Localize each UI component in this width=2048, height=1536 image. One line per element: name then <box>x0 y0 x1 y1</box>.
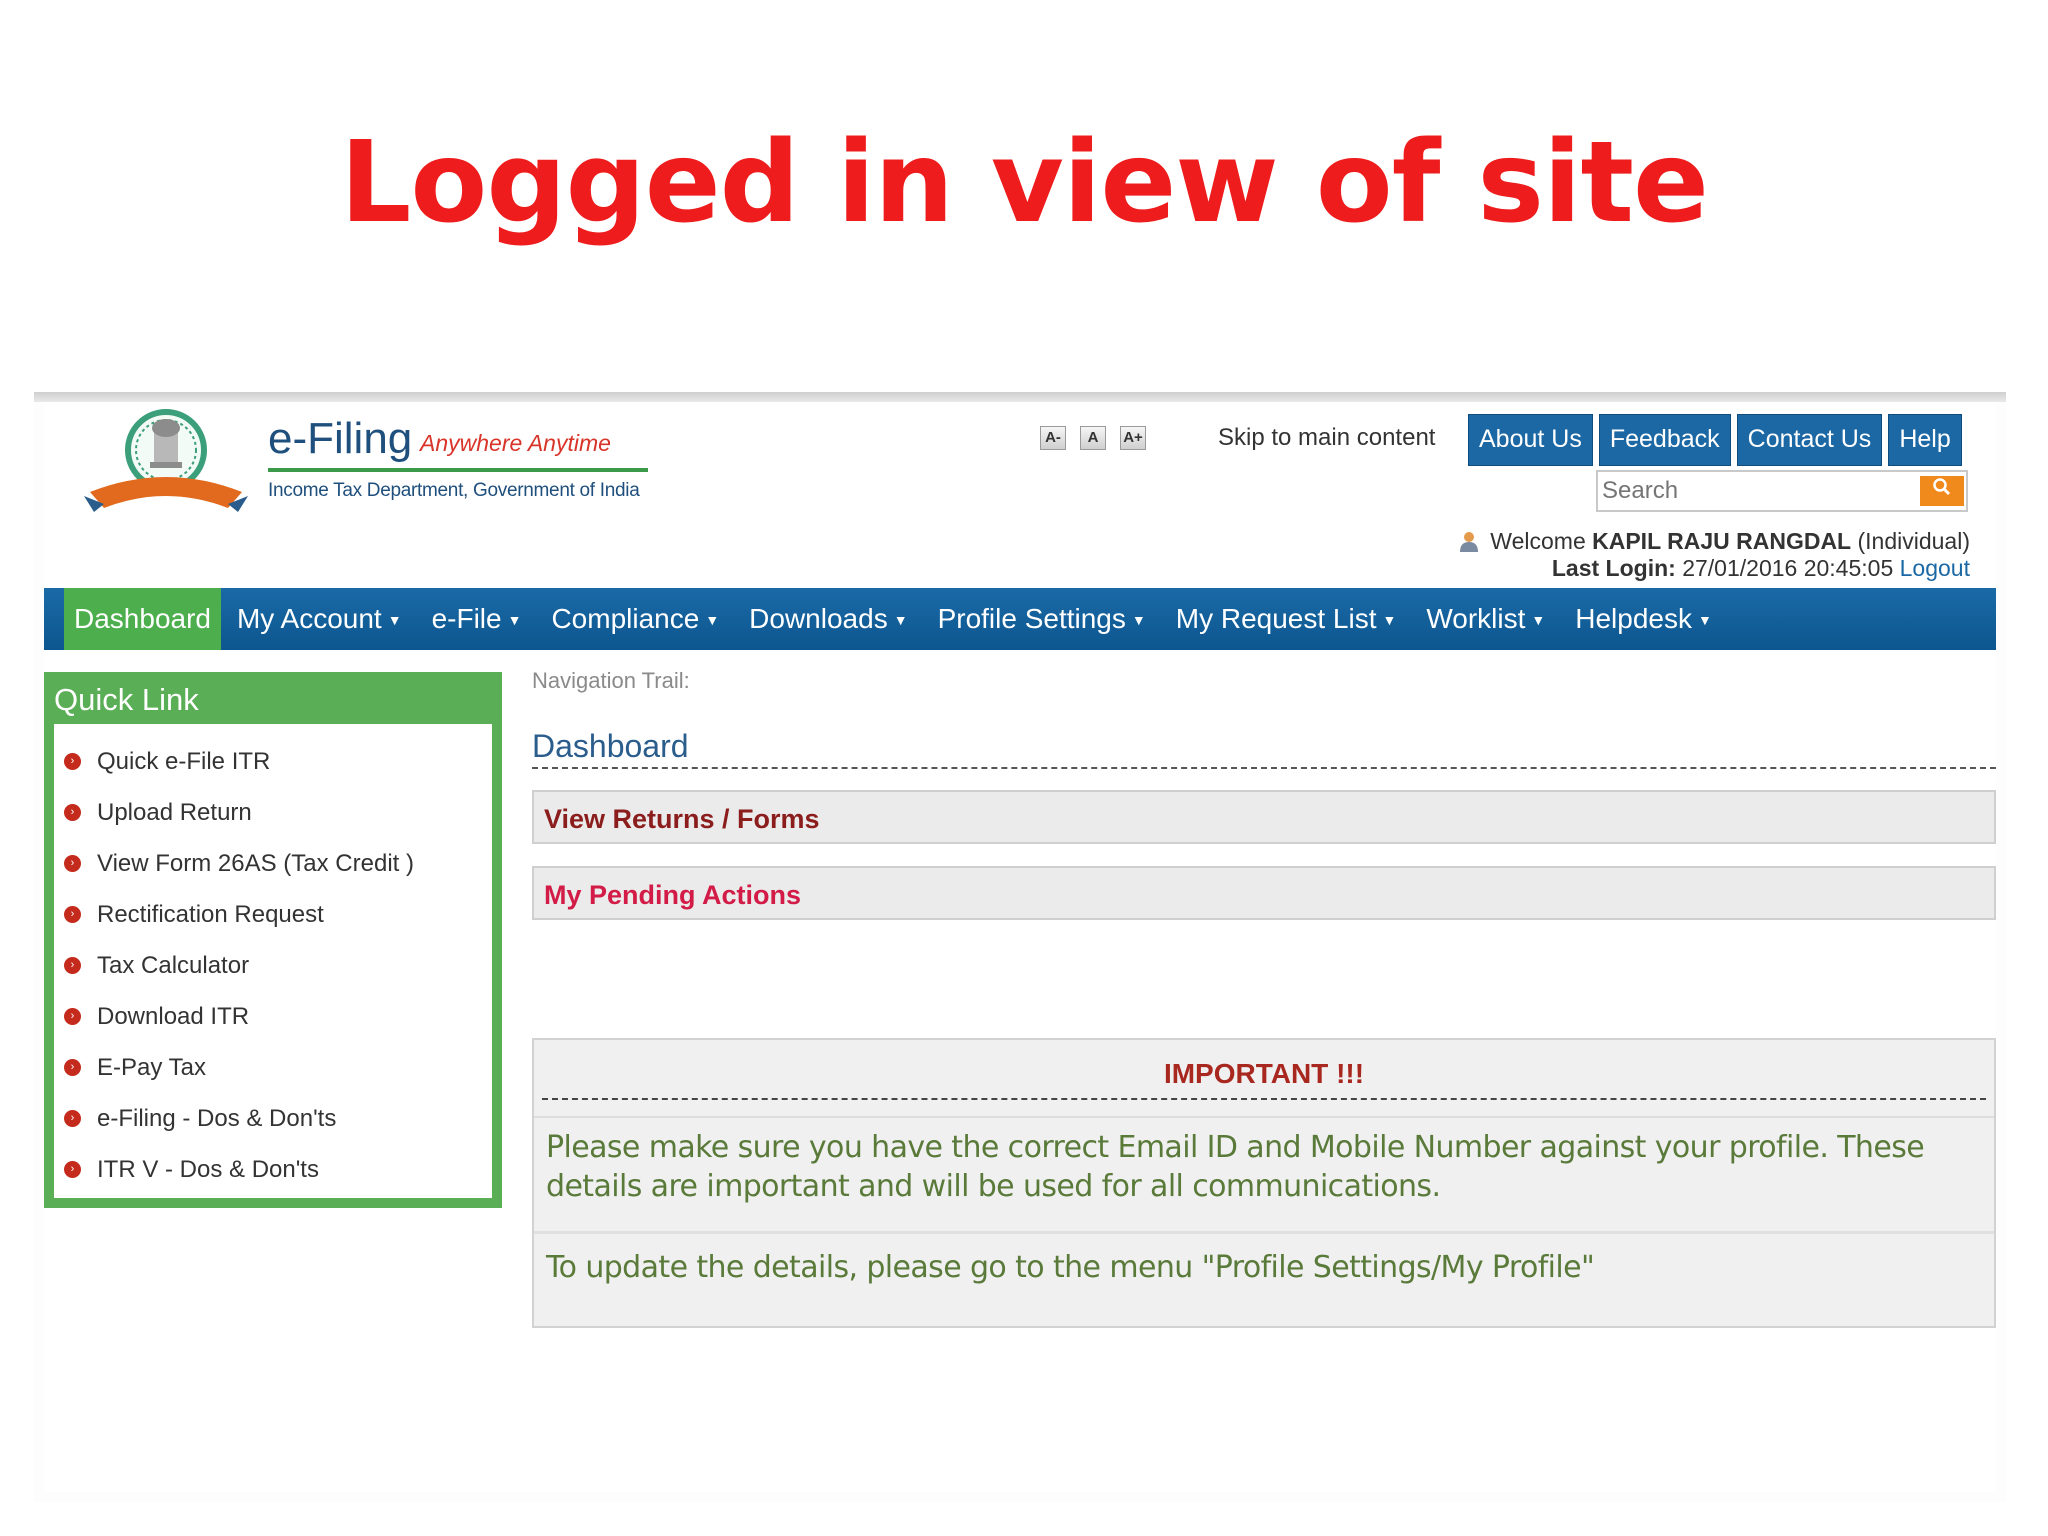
browser-top-border <box>34 392 2006 402</box>
last-login-label: Last Login: <box>1551 555 1676 581</box>
quick-link-efiling-dos-donts[interactable]: › e-Filing - Dos & Don'ts <box>54 1093 492 1144</box>
arrow-bullet-icon: › <box>64 1008 81 1025</box>
font-decrease-button[interactable]: A- <box>1040 426 1066 450</box>
quick-link-label: E-Pay Tax <box>97 1053 206 1081</box>
important-update-hint: To update the details, please go to the … <box>546 1250 1595 1285</box>
nav-label: e-File <box>431 603 502 634</box>
important-title: IMPORTANT !!! <box>542 1046 1986 1100</box>
user-icon <box>1459 532 1478 552</box>
font-increase-button[interactable]: A+ <box>1120 426 1146 450</box>
nav-e-file[interactable]: e-File ▼ <box>416 588 536 650</box>
nav-label: Downloads <box>749 603 888 634</box>
search-icon <box>1933 478 1951 496</box>
nav-downloads[interactable]: Downloads ▼ <box>733 588 921 650</box>
nav-compliance[interactable]: Compliance ▼ <box>535 588 733 650</box>
font-size-controls: A- A A+ <box>1040 426 1146 450</box>
pending-actions-label: My Pending Actions <box>544 880 802 910</box>
nav-label: My Request List <box>1175 603 1377 634</box>
arrow-bullet-icon: › <box>64 753 81 770</box>
important-message: Please make sure you have the correct Em… <box>534 1116 1994 1234</box>
chevron-down-icon: ▼ <box>387 612 402 628</box>
view-returns-label: View Returns / Forms <box>544 804 820 834</box>
chevron-down-icon: ▼ <box>705 612 720 628</box>
top-links: About Us Feedback Contact Us Help <box>1468 414 1962 466</box>
important-notice: IMPORTANT !!! Please make sure you have … <box>532 1038 1996 1328</box>
logout-link[interactable]: Logout <box>1900 555 1970 581</box>
quick-link-label: ITR V - Dos & Don'ts <box>97 1155 319 1183</box>
quick-link-label: Rectification Request <box>97 900 324 928</box>
quick-link-itrv-dos-donts[interactable]: › ITR V - Dos & Don'ts <box>54 1144 492 1195</box>
quick-link-list: › Quick e-File ITR › Upload Return › View F… <box>54 724 492 1198</box>
help-button[interactable]: Help <box>1888 414 1962 466</box>
chevron-down-icon: ▼ <box>893 612 908 628</box>
quick-link-tax-calculator[interactable]: › Tax Calculator <box>54 940 492 991</box>
quick-link-label: View Form 26AS (Tax Credit ) <box>97 849 414 877</box>
brand-tagline: Anywhere Anytime <box>420 430 611 456</box>
nav-label: Compliance <box>551 603 700 634</box>
font-normal-button[interactable]: A <box>1080 426 1106 450</box>
search-input[interactable] <box>1600 474 1904 508</box>
contact-us-button[interactable]: Contact Us <box>1736 414 1883 466</box>
quick-link-form-26as[interactable]: › View Form 26AS (Tax Credit ) <box>54 838 492 889</box>
pending-actions-panel[interactable]: My Pending Actions <box>532 866 1996 920</box>
user-name: KAPIL RAJU RANGDAL <box>1592 528 1852 554</box>
nav-profile-settings[interactable]: Profile Settings ▼ <box>922 588 1160 650</box>
view-returns-panel[interactable]: View Returns / Forms <box>532 790 1996 844</box>
chevron-down-icon: ▼ <box>507 612 522 628</box>
arrow-bullet-icon: › <box>64 804 81 821</box>
arrow-bullet-icon: › <box>64 1161 81 1178</box>
arrow-bullet-icon: › <box>64 855 81 872</box>
quick-link-quick-efile-itr[interactable]: › Quick e-File ITR <box>54 736 492 787</box>
feedback-button[interactable]: Feedback <box>1598 414 1731 466</box>
arrow-bullet-icon: › <box>64 906 81 923</box>
nav-label: Helpdesk <box>1575 603 1692 634</box>
nav-dashboard-label: Dashboard <box>74 603 211 634</box>
main-navigation: Dashboard My Account ▼ e-File ▼ Compliance… <box>44 588 1996 650</box>
chevron-down-icon: ▼ <box>1698 612 1712 628</box>
welcome-block: Welcome KAPIL RAJU RANGDAL (Individual) … <box>1458 528 1970 582</box>
nav-label: Worklist <box>1426 603 1526 634</box>
search-box <box>1596 470 1968 512</box>
quick-link-epay-tax[interactable]: › E-Pay Tax <box>54 1042 492 1093</box>
quick-link-label: Tax Calculator <box>97 951 250 979</box>
nav-label: My Account <box>236 603 382 634</box>
nav-helpdesk[interactable]: Helpdesk ▼ <box>1559 588 1726 650</box>
quick-link-download-itr[interactable]: › Download ITR <box>54 991 492 1042</box>
quick-link-title: Quick Link <box>54 682 199 717</box>
nav-my-account[interactable]: My Account ▼ <box>221 588 416 650</box>
quick-link-panel: Quick Link › Quick e-File ITR › Upload Ret… <box>44 672 502 1208</box>
quick-link-label: e-Filing - Dos & Don'ts <box>97 1104 337 1132</box>
welcome-prefix: Welcome <box>1490 528 1586 554</box>
quick-link-label: Upload Return <box>97 798 252 826</box>
quick-link-label: Download ITR <box>97 1002 250 1030</box>
arrow-bullet-icon: › <box>64 1059 81 1076</box>
nav-worklist[interactable]: Worklist ▼ <box>1410 588 1559 650</box>
search-button[interactable] <box>1920 476 1964 506</box>
brand-title: e-Filing <box>268 414 413 463</box>
about-us-button[interactable]: About Us <box>1468 414 1593 466</box>
navigation-trail: Navigation Trail: <box>532 668 690 693</box>
efiling-site: e-Filing Anywhere Anytime Income Tax Dep… <box>44 402 1996 1492</box>
page-title: Dashboard <box>532 728 1996 769</box>
skip-to-content-link[interactable]: Skip to main content <box>1218 424 1435 452</box>
chevron-down-icon: ▼ <box>1531 612 1546 628</box>
chevron-down-icon: ▼ <box>1131 612 1146 628</box>
quick-link-upload-return[interactable]: › Upload Return <box>54 787 492 838</box>
last-login-value: 27/01/2016 20:45:05 <box>1682 555 1894 581</box>
brand-underline <box>268 468 648 472</box>
quick-link-label: Quick e-File ITR <box>97 747 271 775</box>
nav-my-request-list[interactable]: My Request List ▼ <box>1160 588 1411 650</box>
brand-subtitle: Income Tax Department, Government of Ind… <box>268 480 640 501</box>
quick-link-rectification[interactable]: › Rectification Request <box>54 889 492 940</box>
arrow-bullet-icon: › <box>64 1110 81 1127</box>
user-type: (Individual) <box>1857 528 1971 554</box>
emblem-logo <box>84 409 248 512</box>
nav-dashboard[interactable]: Dashboard <box>64 588 221 650</box>
slide-title: Logged in view of site <box>340 118 1709 248</box>
nav-label: Profile Settings <box>937 603 1126 634</box>
arrow-bullet-icon: › <box>64 957 81 974</box>
chevron-down-icon: ▼ <box>1382 612 1397 628</box>
